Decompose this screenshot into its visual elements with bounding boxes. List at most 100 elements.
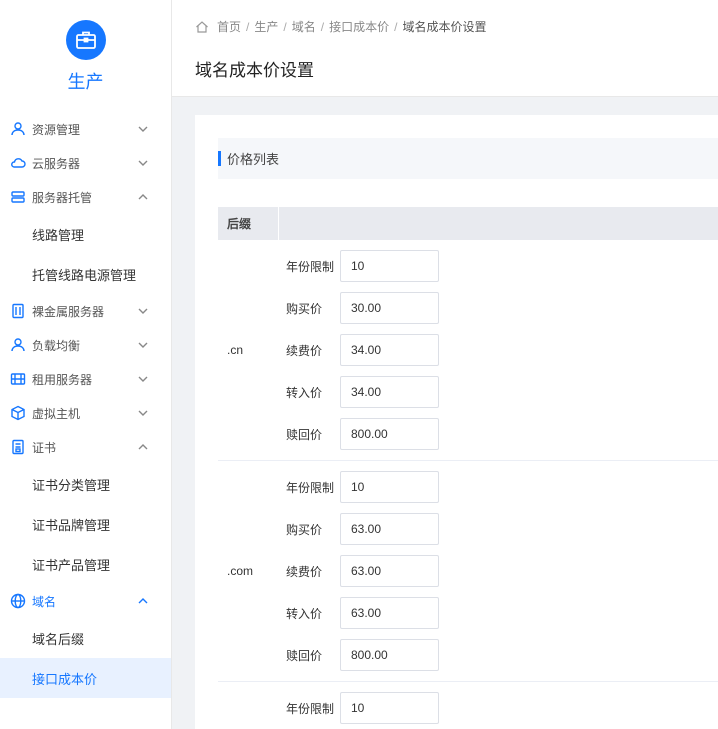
- section-title: 价格列表: [227, 152, 280, 167]
- breadcrumb-separator: /: [246, 19, 250, 34]
- sidebar-item-virtual-host[interactable]: 虚拟主机: [0, 396, 171, 430]
- sidebar-menu: 资源管理 云服务器 服务器托管 线路管理 托管线路电源管理 裸金属服务器 负载均…: [0, 112, 171, 698]
- sidebar-item-load-balance[interactable]: 负载均衡: [0, 328, 171, 362]
- purchase-price-input[interactable]: 63.00: [340, 513, 439, 545]
- price-table: 后缀 .cn 年份限制 10 购买价 30.00 续费价 34.00 转入价 3…: [218, 207, 718, 729]
- sidebar-item-label: 服务器托管: [32, 190, 93, 205]
- table-row: .com 年份限制 10 购买价 63.00 续费价 63.00 转入价 63.…: [218, 461, 718, 682]
- year-limit-input[interactable]: 10: [340, 250, 439, 282]
- field-row: 转入价 63.00: [279, 597, 718, 639]
- sidebar-item-server-hosting[interactable]: 服务器托管: [0, 180, 171, 214]
- page-title: 域名成本价设置: [195, 61, 314, 80]
- transfer-price-input[interactable]: 34.00: [340, 376, 439, 408]
- field-row: 续费价 34.00: [279, 334, 718, 376]
- field-row: 年份限制 10: [279, 250, 718, 292]
- cube-icon: [9, 404, 27, 422]
- field-label: 购买价: [286, 302, 323, 316]
- field-label: 转入价: [286, 386, 323, 400]
- breadcrumb-separator: /: [320, 19, 325, 34]
- server-icon: [9, 188, 27, 206]
- sidebar-subitem-api-cost[interactable]: 接口成本价: [0, 658, 171, 698]
- sidebar-item-cloud-server[interactable]: 云服务器: [0, 146, 171, 180]
- brand: 生产: [0, 0, 171, 112]
- breadcrumb: 首页 / 生产 / 域名 / 接口成本价 / 域名成本价设置: [195, 18, 486, 35]
- price-fields: 年份限制 10: [279, 682, 718, 729]
- field-row: 购买价 30.00: [279, 292, 718, 334]
- balance-icon: [9, 336, 27, 354]
- sidebar-subitem-cert-product[interactable]: 证书产品管理: [0, 544, 171, 584]
- chevron-down-icon: [138, 410, 148, 416]
- sidebar-item-label: 证书: [32, 440, 57, 455]
- rack-icon: [9, 302, 27, 320]
- sidebar-subitem-cert-category[interactable]: 证书分类管理: [0, 464, 171, 504]
- price-fields: 年份限制 10 购买价 30.00 续费价 34.00 转入价 34.00 赎回…: [279, 240, 718, 460]
- field-row: 转入价 34.00: [279, 376, 718, 418]
- breadcrumb-separator: /: [394, 19, 398, 34]
- redeem-price-input[interactable]: 800.00: [340, 418, 439, 450]
- page-header: 首页 / 生产 / 域名 / 接口成本价 / 域名成本价设置 域名成本价设置: [172, 0, 718, 97]
- breadcrumb-api-cost[interactable]: 接口成本价: [329, 18, 389, 35]
- chevron-down-icon: [138, 376, 148, 382]
- field-row: 续费价 63.00: [279, 555, 718, 597]
- chevron-up-icon: [138, 598, 148, 604]
- field-label: 购买价: [286, 523, 323, 537]
- certificate-icon: [9, 438, 27, 456]
- year-limit-input[interactable]: 10: [340, 471, 439, 503]
- suffix-cell: .com: [227, 564, 254, 578]
- section-accent-bar: [218, 151, 221, 166]
- sidebar-item-resource[interactable]: 资源管理: [0, 112, 171, 146]
- section-header: 价格列表: [218, 138, 718, 179]
- transfer-price-input[interactable]: 63.00: [340, 597, 439, 629]
- field-row: 购买价 63.00: [279, 513, 718, 555]
- sidebar-item-domain[interactable]: 域名: [0, 584, 171, 618]
- breadcrumb-domain[interactable]: 域名: [292, 18, 316, 35]
- field-label: 续费价: [286, 344, 323, 358]
- field-label: 年份限制: [286, 481, 335, 495]
- chevron-up-icon: [138, 194, 148, 200]
- year-limit-input[interactable]: 10: [340, 692, 439, 724]
- field-row: 赎回价 800.00: [279, 418, 718, 460]
- field-label: 续费价: [286, 565, 323, 579]
- field-label: 转入价: [286, 607, 323, 621]
- toolbox-icon: [65, 20, 106, 60]
- price-fields: 年份限制 10 购买价 63.00 续费价 63.00 转入价 63.00 赎回…: [279, 461, 718, 681]
- field-row: 赎回价 800.00: [279, 639, 718, 681]
- sidebar-item-certificate[interactable]: 证书: [0, 430, 171, 464]
- server-stack-icon: [9, 370, 27, 388]
- content-card: 价格列表 后缀 .cn 年份限制 10 购买价 30.00 续费价 34.00: [195, 115, 718, 729]
- sidebar-item-bare-metal[interactable]: 裸金属服务器: [0, 294, 171, 328]
- field-row: 年份限制 10: [279, 471, 718, 513]
- chevron-down-icon: [138, 160, 148, 166]
- sidebar-item-label: 租用服务器: [32, 372, 93, 387]
- sidebar-subitem-line-management[interactable]: 线路管理: [0, 214, 171, 254]
- field-label: 赎回价: [286, 649, 323, 663]
- renew-price-input[interactable]: 63.00: [340, 555, 439, 587]
- sidebar-item-rental-server[interactable]: 租用服务器: [0, 362, 171, 396]
- sidebar-subitem-domain-suffix[interactable]: 域名后缀: [0, 618, 171, 658]
- sidebar-subitem-line-power-management[interactable]: 托管线路电源管理: [0, 254, 171, 294]
- table-row: .cn 年份限制 10 购买价 30.00 续费价 34.00 转入价 34.0…: [218, 240, 718, 461]
- breadcrumb-current: 域名成本价设置: [402, 20, 487, 34]
- breadcrumb-home[interactable]: 首页: [217, 18, 241, 35]
- globe-icon: [9, 592, 27, 610]
- home-icon[interactable]: [195, 20, 209, 34]
- suffix-cell: .cn: [227, 343, 244, 357]
- field-label: 赎回价: [286, 428, 323, 442]
- table-header: 后缀: [218, 207, 718, 240]
- sidebar-item-label: 资源管理: [32, 122, 81, 137]
- chevron-up-icon: [138, 444, 148, 450]
- renew-price-input[interactable]: 34.00: [340, 334, 439, 366]
- field-row: 年份限制 10: [279, 692, 718, 729]
- chevron-down-icon: [138, 342, 148, 348]
- purchase-price-input[interactable]: 30.00: [340, 292, 439, 324]
- chevron-down-icon: [138, 126, 148, 132]
- sidebar-subitem-cert-brand[interactable]: 证书品牌管理: [0, 504, 171, 544]
- brand-title: 生产: [67, 72, 104, 92]
- sidebar-item-label: 裸金属服务器: [32, 304, 105, 319]
- users-icon: [9, 120, 27, 138]
- redeem-price-input[interactable]: 800.00: [340, 639, 439, 671]
- breadcrumb-production[interactable]: 生产: [254, 18, 278, 35]
- sidebar-item-label: 域名: [32, 594, 57, 609]
- breadcrumb-separator: /: [283, 19, 287, 34]
- sidebar-item-label: 虚拟主机: [32, 406, 81, 421]
